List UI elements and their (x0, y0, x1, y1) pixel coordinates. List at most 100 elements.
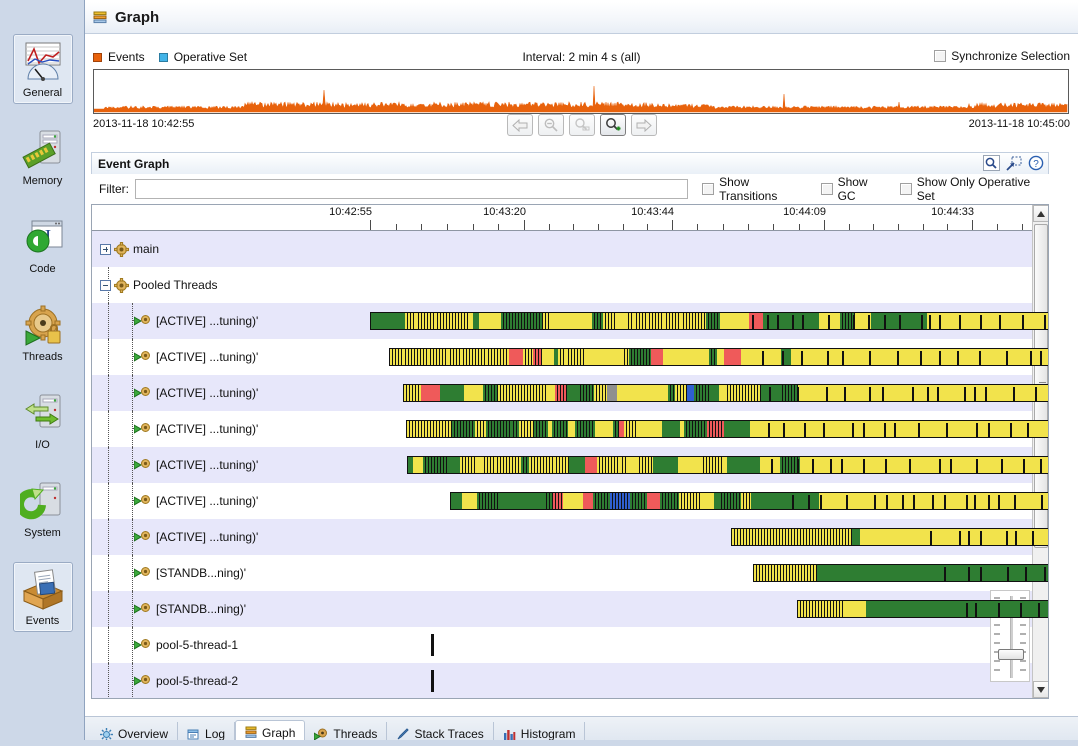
sidebar-item-label: Code (29, 263, 56, 275)
thread-row[interactable]: [ACTIVE] ...tuning)' (92, 447, 1048, 483)
ruler-tick (972, 220, 973, 230)
thread-row[interactable]: [ACTIVE] ...tuning)' (92, 411, 1048, 447)
thread-row-label-group[interactable]: [ACTIVE] ...tuning)' (134, 303, 258, 339)
thread-row-label-group[interactable]: [ACTIVE] ...tuning)' (134, 411, 258, 447)
ruler-tick (672, 220, 673, 230)
fit-view-icon[interactable] (1006, 156, 1022, 174)
show-gc-checkbox[interactable] (820, 183, 833, 195)
ruler-tick (647, 224, 648, 230)
zoom-reset-button[interactable] (568, 114, 595, 136)
thread-row-label-group[interactable]: main (100, 231, 159, 267)
thread-row-label: [ACTIVE] ...tuning)' (156, 494, 259, 508)
tree-guide-line (108, 627, 109, 663)
overview-star-icon (100, 727, 113, 741)
thread-row-label-group[interactable]: Pooled Threads (100, 267, 218, 303)
ruler-tick (849, 224, 850, 230)
zoom-slider-thumb[interactable] (998, 649, 1024, 660)
overview-graph-section: Events Operative Set Interval: 2 min 4 s… (85, 36, 1078, 148)
thread-row-label-group[interactable]: [STANDB...ning)' (134, 591, 246, 627)
thread-row-label-group[interactable]: [ACTIVE] ...tuning)' (134, 483, 258, 519)
sidebar-item-code[interactable]: J Code (0, 206, 85, 284)
thread-row[interactable]: main (92, 231, 1033, 267)
thread-row[interactable]: [ACTIVE] ...tuning)' (92, 339, 1048, 375)
show-gc-option[interactable]: Show GC (820, 175, 888, 203)
thread-row[interactable]: [ACTIVE] ...tuning)' (92, 483, 1048, 519)
show-transitions-checkbox[interactable] (702, 183, 715, 195)
synchronize-selection-label: Synchronize Selection (951, 49, 1070, 63)
zoom-in-button[interactable] (599, 114, 626, 136)
interval-label: Interval: 2 min 4 s (all) (522, 50, 641, 64)
search-icon[interactable] (983, 155, 1000, 174)
event-graph-title: Event Graph (98, 156, 170, 171)
thread-row[interactable]: [ACTIVE] ...tuning)' (92, 519, 1048, 555)
show-only-operative-set-option[interactable]: Show Only Operative Set (899, 175, 1049, 203)
thread-activity-bar[interactable] (389, 348, 1048, 366)
thread-row-label-group[interactable]: [ACTIVE] ...tuning)' (134, 447, 258, 483)
ruler-tick (623, 224, 624, 230)
tab-label: Log (205, 727, 226, 741)
thread-row-label-group[interactable]: [STANDB...ning)' (134, 555, 246, 591)
thread-activity-bar[interactable] (450, 492, 1048, 510)
synchronize-selection-option[interactable]: Synchronize Selection (934, 49, 1070, 63)
thread-row[interactable]: pool-5-thread-2 (92, 663, 1033, 698)
ruler-tick (421, 224, 422, 230)
vertical-scrollbar[interactable] (1032, 205, 1048, 698)
nav-forward-button[interactable] (630, 114, 657, 136)
help-icon[interactable]: ? (1028, 155, 1044, 174)
thread-row-label-group[interactable]: [ACTIVE] ...tuning)' (134, 375, 258, 411)
thread-row[interactable]: Pooled Threads (92, 267, 1033, 303)
expand-icon[interactable] (100, 243, 111, 255)
ruler-tick (370, 220, 371, 230)
tree-guide-line (108, 663, 109, 698)
scroll-down-arrow-icon[interactable] (1033, 681, 1048, 698)
sidebar-item-memory[interactable]: Memory (0, 118, 85, 196)
time-ruler: 10:42:55 10:43:20 10:43:44 10:44:09 10:44:33… (92, 205, 1033, 231)
thread-row-label-group[interactable]: pool-5-thread-2 (134, 663, 238, 698)
thread-row[interactable]: pool-5-thread-1 (92, 627, 1033, 663)
filter-input[interactable] (135, 179, 689, 199)
show-transitions-option[interactable]: Show Transitions (702, 175, 808, 203)
thread-activity-bar[interactable] (403, 384, 1048, 402)
sidebar-item-io[interactable]: I/O (0, 382, 85, 460)
thread-row-label: [ACTIVE] ...tuning)' (156, 350, 259, 364)
thread-activity-bar[interactable] (431, 634, 434, 656)
thread-activity-bar[interactable] (370, 312, 1048, 330)
thread-row-label-group[interactable]: [ACTIVE] ...tuning)' (134, 519, 258, 555)
show-only-operative-set-checkbox[interactable] (899, 183, 912, 195)
thread-row-label-group[interactable]: pool-5-thread-1 (134, 627, 238, 663)
thread-row[interactable]: [ACTIVE] ...tuning)' (92, 303, 1048, 339)
collapse-icon[interactable] (100, 279, 111, 291)
synchronize-selection-checkbox[interactable] (934, 50, 947, 62)
ruler-tick (697, 224, 698, 230)
thread-activity-bar[interactable] (753, 564, 1048, 582)
graph-lines-icon (245, 726, 257, 738)
code-java-icon: J (26, 220, 62, 253)
tab-label: Stack Traces (414, 727, 484, 741)
zoom-out-button[interactable] (537, 114, 564, 136)
thread-row-label: [STANDB...ning)' (156, 566, 247, 580)
sidebar-item-label: General (22, 87, 63, 99)
thread-activity-bar[interactable] (406, 420, 1048, 438)
show-only-operative-set-label: Show Only Operative Set (916, 175, 1031, 203)
sidebar-item-events[interactable]: Events (0, 558, 85, 636)
ruler-tick (997, 224, 998, 230)
thread-row-label-group[interactable]: [ACTIVE] ...tuning)' (134, 339, 258, 375)
sidebar-item-general[interactable]: General (0, 30, 85, 108)
application-window: General Memory Code Threads I/O System E… (0, 0, 1078, 746)
thread-activity-bar[interactable] (797, 600, 1048, 618)
tree-guide-line (108, 483, 109, 519)
thread-row[interactable]: [STANDB...ning)' (92, 591, 1048, 627)
ruler-tick (748, 224, 749, 230)
nav-back-button[interactable] (506, 114, 533, 136)
thread-activity-bar[interactable] (431, 670, 434, 692)
scroll-up-arrow-icon[interactable] (1033, 205, 1048, 222)
thread-activity-bar[interactable] (407, 456, 1048, 474)
ruler-tick-label: 10:43:20 (483, 206, 526, 218)
sidebar-item-system[interactable]: System (0, 470, 85, 548)
sidebar-item-threads[interactable]: Threads (0, 294, 85, 372)
thread-row[interactable]: [ACTIVE] ...tuning)' (92, 375, 1048, 411)
tab-label: Overview (118, 727, 169, 741)
overview-sparkline-chart[interactable] (93, 69, 1069, 114)
thread-activity-bar[interactable] (731, 528, 1048, 546)
thread-row[interactable]: [STANDB...ning)' (92, 555, 1048, 591)
